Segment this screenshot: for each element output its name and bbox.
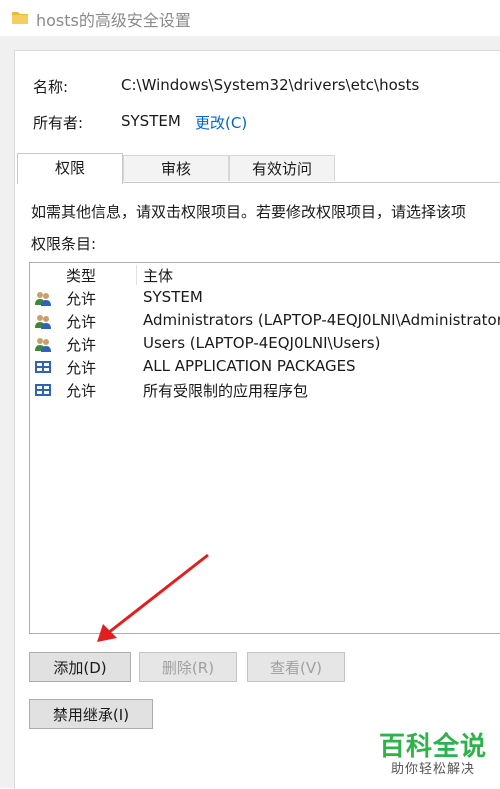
tab-permissions[interactable]: 权限 (17, 153, 123, 184)
table-row[interactable]: 允许 Users (LAPTOP-4EQJ0LNI\Users) (30, 333, 500, 356)
add-button[interactable]: 添加(D) (29, 652, 131, 682)
disable-inheritance-button[interactable]: 禁用继承(I) (29, 699, 153, 729)
change-owner-link[interactable]: 更改(C) (195, 112, 247, 133)
entry-principal: SYSTEM (143, 288, 203, 306)
permission-entries-label: 权限条目: (31, 235, 97, 253)
tab-auditing[interactable]: 审核 (123, 155, 229, 181)
view-button[interactable]: 查看(V) (247, 652, 345, 682)
dialog-panel: 名称: C:\Windows\System32\drivers\etc\host… (14, 50, 500, 789)
table-row[interactable]: 允许 ALL APPLICATION PACKAGES (30, 356, 500, 379)
permission-entries-list[interactable]: 类型 主体 允许 SYSTEM 允许 Administrators (LAPTO… (29, 262, 500, 634)
entry-principal: ALL APPLICATION PACKAGES (143, 357, 356, 375)
owner-value: SYSTEM (121, 112, 181, 130)
column-header-type[interactable]: 类型 (66, 265, 96, 286)
title-bar: hosts的高级安全设置 (0, 0, 500, 37)
entry-type: 允许 (66, 382, 97, 400)
entry-type: 允许 (66, 290, 97, 308)
name-label: 名称: (33, 78, 69, 96)
entry-principal: 所有受限制的应用程序包 (143, 382, 309, 400)
name-value: C:\Windows\System32\drivers\etc\hosts (121, 76, 420, 94)
users-icon (35, 292, 51, 306)
remove-button[interactable]: 删除(R) (139, 652, 237, 682)
watermark-title: 百科全说 (378, 732, 487, 762)
users-icon (35, 338, 51, 352)
table-row[interactable]: 允许 所有受限制的应用程序包 (30, 379, 500, 402)
column-header-principal[interactable]: 主体 (143, 265, 173, 286)
table-row[interactable]: 允许 SYSTEM (30, 287, 500, 310)
owner-label: 所有者: (33, 114, 84, 132)
entry-type: 允许 (66, 313, 97, 331)
permissions-tab-content: 如需其他信息，请双击权限项目。若要修改权限项目，请选择该项 权限条目: 类型 主… (17, 182, 500, 763)
app-package-icon (35, 384, 51, 396)
watermark: 百科全说 助你轻松解决 (374, 732, 492, 778)
info-text: 如需其他信息，请双击权限项目。若要修改权限项目，请选择该项 (31, 203, 467, 221)
tab-bar: 权限 审核 有效访问 (17, 153, 500, 184)
users-icon (35, 315, 51, 329)
entry-type: 允许 (66, 336, 97, 354)
entry-principal: Users (LAPTOP-4EQJ0LNI\Users) (143, 334, 381, 352)
entry-principal: Administrators (LAPTOP-4EQJ0LNI\Administ… (143, 311, 500, 329)
entry-type: 允许 (66, 359, 97, 377)
list-header: 类型 主体 (30, 263, 500, 287)
table-row[interactable]: 允许 Administrators (LAPTOP-4EQJ0LNI\Admin… (30, 310, 500, 333)
watermark-subtitle: 助你轻松解决 (390, 762, 475, 777)
column-divider[interactable] (136, 265, 137, 285)
folder-icon (12, 12, 28, 24)
tab-effective-access[interactable]: 有效访问 (229, 155, 335, 181)
app-package-icon (35, 361, 51, 373)
security-dialog: 名称: C:\Windows\System32\drivers\etc\host… (0, 36, 500, 789)
window-title: hosts的高级安全设置 (36, 11, 191, 30)
